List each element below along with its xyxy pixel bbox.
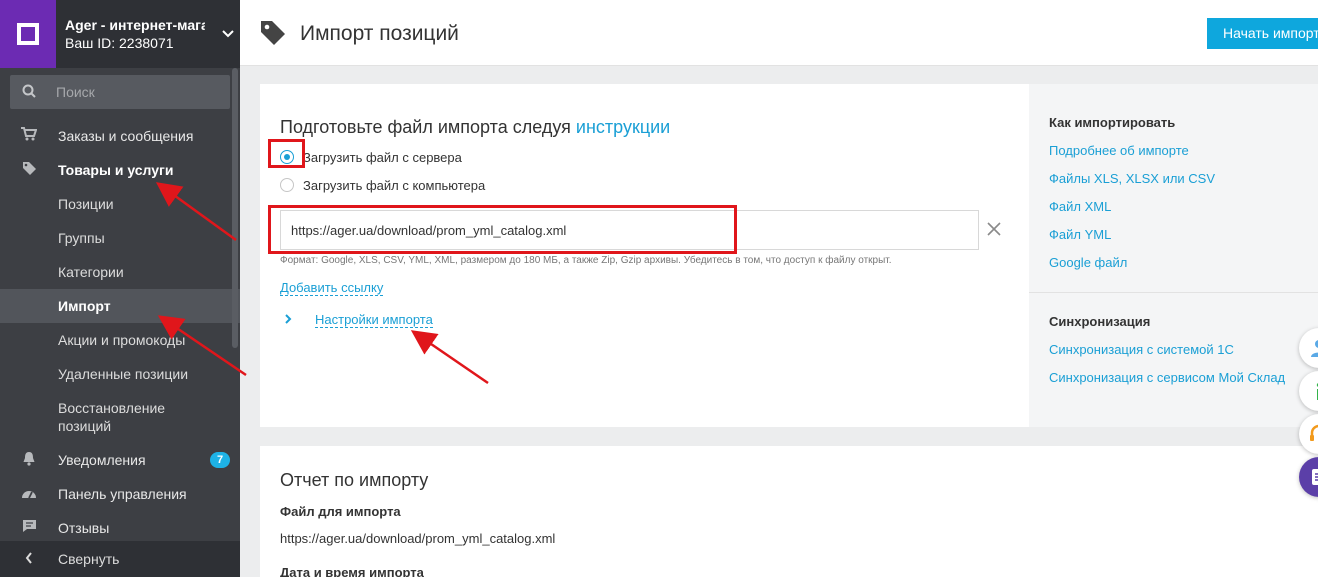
sidebar-item-label: Уведомления [58,452,146,468]
store-name: Ager - интернет-магаз... [65,17,205,33]
collapse-label: Свернуть [58,551,120,567]
report-title: Отчет по импорту [280,470,429,490]
radio-computer[interactable] [280,178,294,192]
store-switcher[interactable]: Ager - интернет-магаз... Ваш ID: 2238071 [0,0,240,68]
sidebar-item-categories[interactable]: Категории [0,255,240,289]
sidebar-item-label: Группы [58,230,105,246]
sidebar-item-notifications[interactable]: Уведомления 7 [0,443,240,477]
sidebar: Ager - интернет-магаз... Ваш ID: 2238071… [0,0,240,577]
sync-title: Синхронизация [1049,314,1151,329]
sidebar-item-restore[interactable]: Восстановление позиций [0,391,240,443]
report-date-label: Дата и время импорта [280,565,424,577]
store-id: Ваш ID: 2238071 [65,35,174,51]
cart-icon [0,127,58,145]
heading-text: Подготовьте файл импорта следуя [280,117,576,137]
sidebar-item-products[interactable]: Товары и услуги [0,153,240,187]
store-logo [0,0,56,68]
help-link[interactable]: Файлы XLS, XLSX или CSV [1049,171,1215,186]
sidebar-item-label: Позиции [58,196,114,212]
report-file-value: https://ager.ua/download/prom_yml_catalo… [280,531,556,546]
sidebar-item-label: Панель управления [58,486,187,502]
clear-url-icon[interactable] [987,220,1001,241]
info-icon [1309,381,1318,406]
collapse-sidebar-button[interactable]: Свернуть [0,541,240,577]
sidebar-item-label: Товары и услуги [58,162,174,178]
help-panel: Как импортировать Подробнее об импорте Ф… [1029,84,1318,427]
sidebar-item-label: Восстановление позиций [58,400,166,434]
sidebar-item-label: Отзывы [58,520,110,536]
help-link[interactable]: Файл YML [1049,227,1111,242]
sync-link[interactable]: Синхронизация с сервисом Мой Склад [1049,370,1285,385]
sidebar-search[interactable]: Поиск [10,75,230,109]
sidebar-item-label: Акции и промокоды [58,332,186,348]
sidebar-scrollbar[interactable] [232,68,238,348]
help-link[interactable]: Файл XML [1049,199,1111,214]
sidebar-item-label: Удаленные позиции [58,366,189,382]
sidebar-item-label: Категории [58,264,124,280]
sidebar-item-groups[interactable]: Группы [0,221,240,255]
sidebar-item-label: Заказы и сообщения [58,128,194,144]
comment-icon [0,519,58,537]
document-icon [1309,467,1318,492]
radio-server-label: Загрузить файл с сервера [303,149,462,165]
how-to-import-title: Как импортировать [1049,115,1176,130]
import-settings-link[interactable]: Настройки импорта [315,312,433,328]
radio-computer-label: Загрузить файл с компьютера [303,177,486,193]
headset-icon [1309,424,1318,449]
help-link[interactable]: Google файл [1049,255,1127,270]
add-link-button[interactable]: Добавить ссылку [280,280,384,296]
annotation-highlight-url [268,205,737,254]
page-header: Импорт позиций Начать импорт [240,0,1318,66]
page-title: Импорт позиций [300,22,459,45]
chevron-right-icon [285,313,315,327]
bell-icon [0,451,58,470]
import-report-card: Отчет по импорту Файл для импорта https:… [260,446,1318,577]
sidebar-item-import[interactable]: Импорт [0,289,240,323]
sidebar-item-label: Импорт [58,298,111,314]
start-import-button[interactable]: Начать импорт [1207,18,1318,49]
sidebar-item-orders[interactable]: Заказы и сообщения [0,119,240,153]
search-placeholder: Поиск [56,84,95,100]
divider [1029,292,1318,293]
dashboard-icon [0,486,58,503]
format-hint: Формат: Google, XLS, CSV, YML, XML, разм… [280,255,892,266]
chevron-left-icon [0,551,58,567]
tag-icon [0,161,58,180]
import-settings-toggle[interactable]: Настройки импорта [285,312,433,328]
sidebar-item-promotions[interactable]: Акции и промокоды [0,323,240,357]
user-icon [1309,338,1318,363]
chevron-down-icon[interactable] [216,27,240,41]
instructions-link[interactable]: инструкции [576,117,670,137]
help-link[interactable]: Подробнее об импорте [1049,143,1189,158]
radio-computer-option[interactable]: Загрузить файл с компьютера [280,175,485,195]
radio-server-option[interactable]: Загрузить файл с сервера [280,147,462,167]
notification-badge: 7 [210,452,230,468]
sidebar-item-positions[interactable]: Позиции [0,187,240,221]
import-heading: Подготовьте файл импорта следуя инструкц… [280,117,670,138]
sidebar-item-dashboard[interactable]: Панель управления [0,477,240,511]
import-form-card: Подготовьте файл импорта следуя инструкц… [260,84,1318,427]
search-icon [10,84,36,101]
report-file-label: Файл для импорта [280,504,401,519]
tag-icon [260,20,286,49]
annotation-highlight-radio [268,139,305,168]
sidebar-item-reviews[interactable]: Отзывы [0,511,240,545]
sidebar-item-deleted[interactable]: Удаленные позиции [0,357,240,391]
sync-link[interactable]: Синхронизация с системой 1С [1049,342,1234,357]
